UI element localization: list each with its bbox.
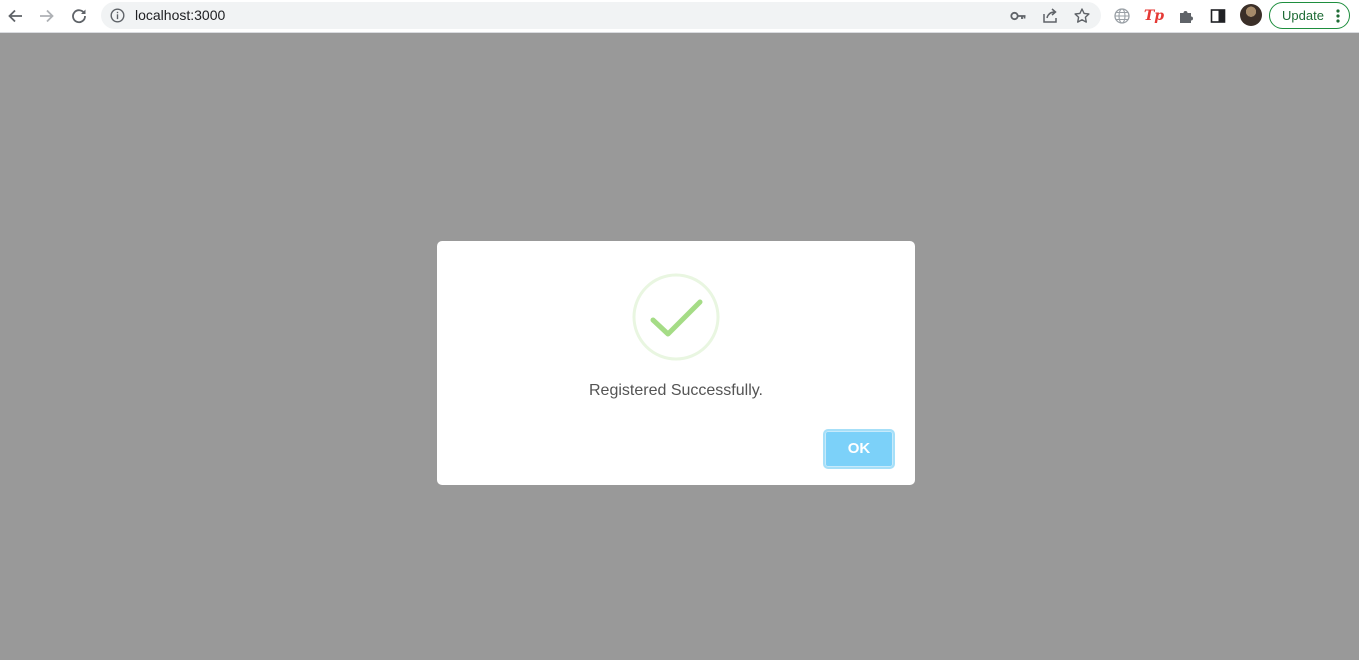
tp-extension-label: Tp	[1143, 8, 1165, 24]
success-dialog: Registered Successfully. OK	[437, 241, 915, 485]
success-check-icon	[632, 273, 720, 361]
reload-icon[interactable]	[67, 4, 91, 28]
update-button[interactable]: Update	[1269, 2, 1350, 29]
dialog-message: Registered Successfully.	[589, 382, 763, 399]
browser-toolbar: localhost:3000 Tp Update	[0, 0, 1359, 33]
tp-extension-icon[interactable]: Tp	[1142, 4, 1166, 28]
site-info-icon[interactable]	[110, 8, 125, 23]
forward-arrow-icon[interactable]	[35, 4, 59, 28]
extensions-puzzle-icon[interactable]	[1174, 4, 1198, 28]
back-arrow-icon[interactable]	[3, 4, 27, 28]
page-viewport: L o Registered Successfully. OK	[0, 33, 1359, 660]
profile-avatar[interactable]	[1240, 4, 1262, 26]
update-label: Update	[1282, 8, 1324, 23]
ok-button[interactable]: OK	[823, 429, 895, 469]
bookmark-star-icon[interactable]	[1071, 5, 1093, 27]
key-icon[interactable]	[1007, 5, 1029, 27]
share-icon[interactable]	[1039, 5, 1061, 27]
url-text[interactable]: localhost:3000	[135, 7, 225, 24]
address-bar[interactable]: localhost:3000	[101, 2, 1101, 29]
translate-globe-icon[interactable]	[1110, 4, 1134, 28]
kebab-menu-icon[interactable]	[1336, 9, 1340, 23]
side-panel-icon[interactable]	[1206, 4, 1230, 28]
